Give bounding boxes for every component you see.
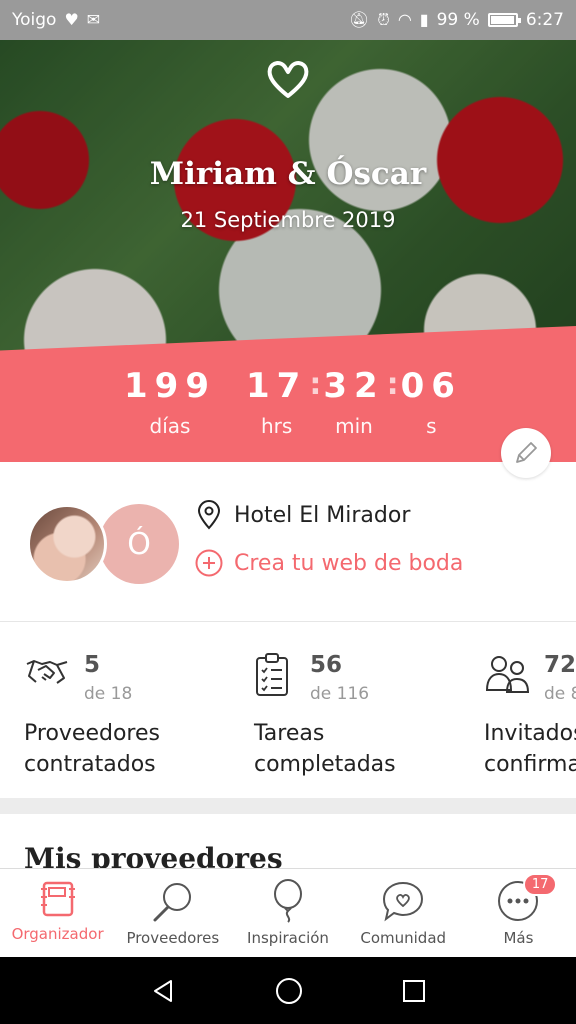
stat-title: Proveedores contratados <box>24 718 160 780</box>
seconds-value: 06 <box>400 366 462 406</box>
nav-label: Organizador <box>11 925 104 943</box>
colon-separator: : <box>309 367 322 402</box>
nav-mas[interactable]: 17 Más <box>461 869 576 957</box>
minutes-label: min <box>335 414 373 438</box>
handshake-icon <box>26 660 68 684</box>
wifi-icon: ◠ <box>397 10 412 29</box>
nav-label: Proveedores <box>126 929 220 947</box>
seconds-label: s <box>426 414 437 438</box>
stat-title: Invitados confirma <box>484 718 576 780</box>
mute-icon: 🔕︎ <box>349 10 370 29</box>
stat-title-line: Invitados <box>484 721 576 746</box>
section-divider <box>0 798 576 814</box>
location-pin-icon <box>197 500 221 530</box>
heart-notification-icon: ♥ <box>64 10 79 29</box>
home-icon[interactable] <box>274 976 304 1006</box>
battery-icon <box>487 13 521 27</box>
carrier-name: Yoigo <box>12 10 57 30</box>
nav-label: Comunidad <box>360 929 447 947</box>
checklist-icon <box>256 653 288 696</box>
partner-avatar[interactable]: Ó <box>99 504 179 584</box>
notification-badge: 17 <box>522 873 558 896</box>
stat-title-line: Tareas <box>254 721 325 746</box>
nav-organizador[interactable]: Organizador <box>0 869 115 957</box>
nav-comunidad[interactable]: Comunidad <box>346 869 461 957</box>
section-title: Mis proveedores <box>24 842 283 868</box>
days-label: días <box>149 414 191 438</box>
nav-label: Más <box>503 929 534 947</box>
stat-total: de 18 <box>84 684 133 704</box>
planner-icon <box>40 881 75 917</box>
create-web-label: Crea tu web de boda <box>234 550 464 576</box>
hours-label: hrs <box>260 414 293 438</box>
balloon-icon <box>274 879 302 923</box>
hours-value: 17 <box>245 366 308 406</box>
pencil-icon <box>516 442 537 463</box>
signal-icon: ▮ <box>419 10 429 29</box>
guests-icon <box>485 656 530 693</box>
bottom-nav: Organizador Proveedores Inspiración Comu… <box>0 868 576 957</box>
countdown-seconds: 06 s <box>401 366 462 438</box>
stats-row: 5 de 18 Proveedores contratados 56 de 11… <box>0 622 576 798</box>
stat-title-line: Proveedores <box>24 721 160 746</box>
hero-banner: Miriam & Óscar 21 Septiembre 2019 <box>0 40 576 360</box>
nav-inspiracion[interactable]: Inspiración <box>230 869 345 957</box>
countdown-minutes: 32 min <box>323 366 384 438</box>
system-nav-bar <box>0 957 576 1024</box>
wedding-date: 21 Septiembre 2019 <box>180 208 396 232</box>
couple-photo-avatar[interactable] <box>27 504 107 584</box>
stat-title: Tareas completadas <box>254 718 396 780</box>
stat-value: 5 <box>84 652 101 678</box>
venue-name: Hotel El Mirador <box>234 502 411 528</box>
stat-title-line: completadas <box>254 752 396 777</box>
minutes-value: 32 <box>323 366 385 406</box>
stat-value: 56 <box>310 652 343 678</box>
stat-value: 72 <box>544 652 576 678</box>
back-icon[interactable] <box>149 977 177 1005</box>
colon-separator: : <box>386 367 399 402</box>
status-bar: Yoigo ♥ ✉ 🔕︎ ⏰︎ ◠ ▮ 99 % 6:27 <box>0 0 576 40</box>
clock: 6:27 <box>525 10 564 30</box>
nav-proveedores[interactable]: Proveedores <box>115 869 230 957</box>
stat-total: de 116 <box>310 684 370 704</box>
alarm-icon: ⏰︎ <box>377 10 390 29</box>
mail-notification-icon: ✉ <box>86 10 101 29</box>
create-web-link[interactable]: Crea tu web de boda <box>194 548 463 578</box>
add-circle-icon <box>195 549 223 577</box>
countdown-hours: 17 hrs <box>246 366 307 438</box>
recents-icon[interactable] <box>401 978 427 1004</box>
battery-percent: 99 % <box>436 10 480 30</box>
edit-button[interactable] <box>501 428 551 478</box>
stat-title-line: confirma <box>484 752 576 777</box>
stat-title-line: contratados <box>24 752 156 777</box>
couple-names: Miriam & Óscar <box>149 156 427 192</box>
days-value: 199 <box>124 366 216 406</box>
stat-total: de 8 <box>544 684 576 704</box>
chat-heart-icon <box>383 881 424 922</box>
countdown-timer: 199 días 17 hrs : 32 min : 06 s <box>124 366 462 438</box>
search-icon <box>153 883 191 922</box>
nav-label: Inspiración <box>247 929 329 947</box>
countdown-days: 199 días <box>124 366 216 438</box>
venue-row[interactable]: Hotel El Mirador <box>196 500 410 530</box>
heart-logo-icon <box>265 58 311 104</box>
couple-info-card: Ó Hotel El Mirador Crea tu web de boda <box>0 462 576 622</box>
